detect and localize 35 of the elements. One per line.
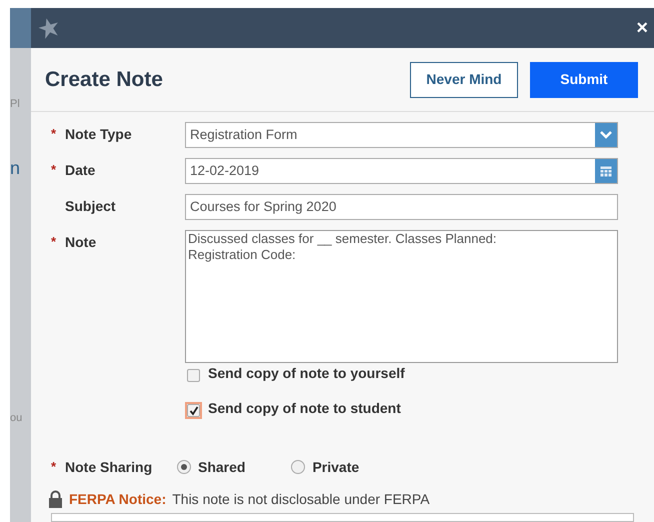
required-mark: *	[51, 459, 56, 474]
close-button[interactable]: ×	[636, 18, 648, 38]
chevron-down-icon	[600, 131, 612, 139]
radio-button[interactable]	[291, 460, 306, 474]
lock-icon	[48, 490, 63, 508]
radio-button[interactable]	[177, 460, 191, 474]
cancel-button[interactable]: Never Mind	[410, 62, 518, 98]
background-text: Pl	[10, 98, 20, 110]
background-text: n	[10, 158, 20, 178]
ferpa-title: FERPA Notice:	[69, 490, 166, 508]
checkbox-label: Send copy of note to student	[208, 399, 401, 418]
ferpa-text: This note is not disclosable under FERPA	[172, 490, 430, 508]
submit-button[interactable]: Submit	[530, 62, 638, 98]
subject-field[interactable]: Courses for Spring 2020	[185, 194, 618, 220]
checkbox[interactable]	[185, 402, 202, 419]
radio-label: Private	[312, 458, 360, 476]
required-mark: *	[51, 162, 56, 178]
calendar-icon	[600, 165, 612, 177]
field-label: Note Type	[65, 124, 132, 144]
field-label: Note	[65, 232, 96, 252]
field-label: Date	[65, 160, 96, 180]
note-textarea[interactable]: Discussed classes for __ semester. Classes Planned: Registration Code:	[185, 230, 618, 363]
date-field[interactable]: 12-02-2019	[185, 158, 618, 184]
note-type-dropdown[interactable]: Registration Form	[185, 122, 618, 148]
required-mark: *	[51, 126, 56, 142]
required-mark: *	[51, 234, 56, 250]
checkbox[interactable]	[185, 367, 202, 384]
field-label: Subject	[65, 196, 116, 216]
checkbox-label: Send copy of note to yourself	[208, 364, 405, 383]
field-label: Note Sharing	[65, 458, 152, 477]
radio-label: Shared	[198, 458, 246, 476]
background-text: ou	[10, 412, 22, 424]
text-field[interactable]	[51, 513, 634, 522]
checkmark-icon	[188, 406, 198, 416]
dialog-title: Create Note	[45, 66, 163, 93]
